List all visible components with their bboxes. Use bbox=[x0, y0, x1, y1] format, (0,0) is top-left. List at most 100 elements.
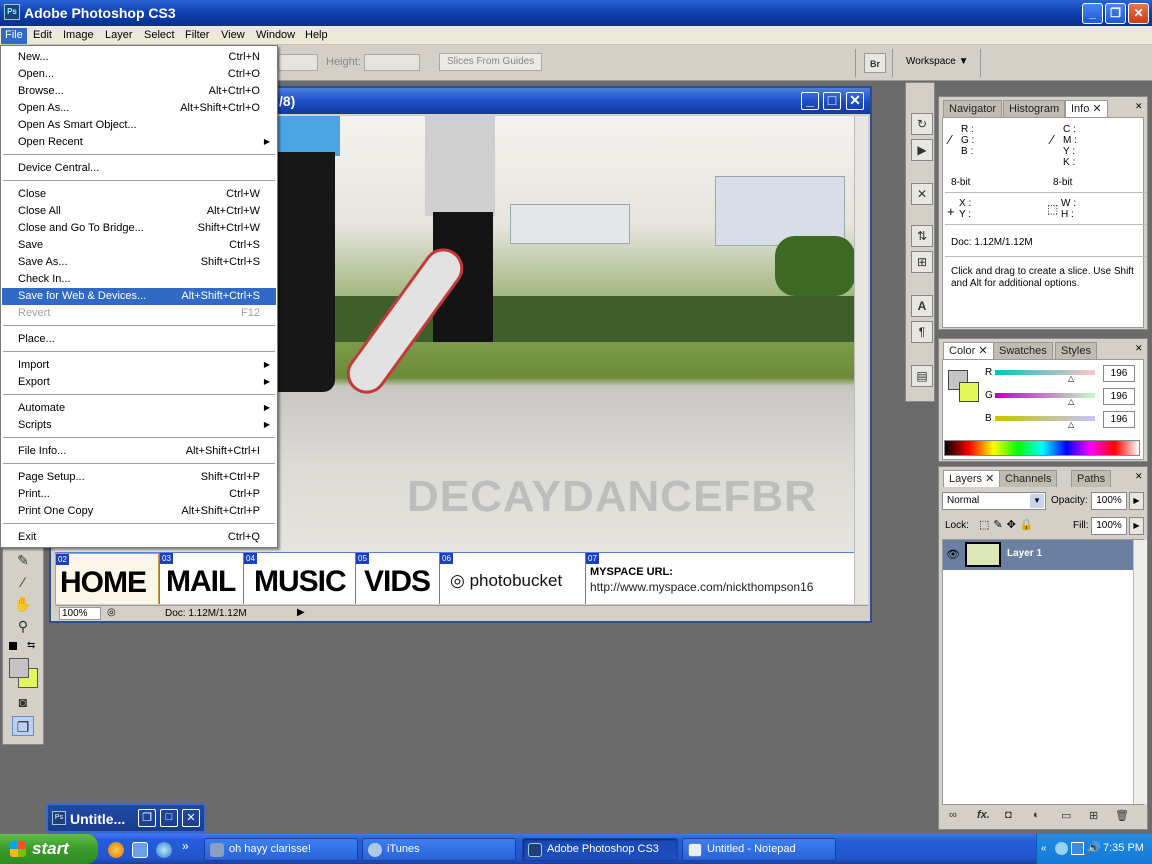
maximize-button[interactable]: □ bbox=[160, 809, 178, 827]
menu-item-place[interactable]: Place... bbox=[2, 331, 276, 348]
link-icon[interactable]: ∞ bbox=[949, 809, 957, 821]
layer-comps-icon[interactable]: ▤ bbox=[911, 365, 933, 387]
zoom-options-icon[interactable]: ◎ bbox=[107, 607, 116, 618]
tab-layers[interactable]: Layers ✕ bbox=[943, 470, 1001, 487]
doc-close-button[interactable]: ✕ bbox=[846, 92, 864, 110]
hand-tool-icon[interactable]: ✋ bbox=[12, 594, 34, 614]
slice-mail[interactable]: 03 MAIL bbox=[159, 553, 243, 604]
fx-icon[interactable]: fx. bbox=[977, 809, 990, 821]
nav-vids[interactable]: VIDS bbox=[364, 565, 431, 599]
show-desktop-icon[interactable] bbox=[132, 842, 148, 858]
workspace-button[interactable]: Workspace ▼ bbox=[906, 56, 969, 67]
close-icon[interactable]: ✕ bbox=[985, 473, 994, 485]
channel-value-field[interactable]: 196 bbox=[1103, 411, 1135, 428]
lock-pixels-icon[interactable]: ✎ bbox=[993, 519, 1006, 531]
lock-transparency-icon[interactable]: ⬚ bbox=[979, 519, 993, 531]
bridge-icon[interactable]: Br bbox=[864, 53, 886, 73]
channel-slider[interactable] bbox=[995, 416, 1095, 421]
tool-presets-icon[interactable]: ✕ bbox=[911, 183, 933, 205]
menu-window[interactable]: Window bbox=[252, 28, 299, 44]
menu-item-open-as[interactable]: Open As... Alt+Shift+Ctrl+O bbox=[2, 100, 276, 117]
menu-edit[interactable]: Edit bbox=[29, 28, 56, 44]
menu-item-open[interactable]: Open... Ctrl+O bbox=[2, 66, 276, 83]
minimize-button[interactable]: _ bbox=[1082, 3, 1103, 24]
menu-item-exit[interactable]: Exit Ctrl+Q bbox=[2, 529, 276, 546]
volume-icon[interactable]: 🔊 bbox=[1087, 841, 1101, 854]
slice-myspace[interactable]: 07 MYSPACE URL: http://www.myspace.com/n… bbox=[585, 553, 854, 604]
close-icon[interactable]: ✕ bbox=[1135, 101, 1143, 112]
opacity-slider-arrow-icon[interactable]: ▶ bbox=[1129, 492, 1144, 510]
close-button[interactable]: ✕ bbox=[182, 809, 200, 827]
task-itunes[interactable]: iTunes bbox=[362, 838, 516, 861]
slice-vids[interactable]: 05 VIDS bbox=[355, 553, 439, 604]
close-button[interactable]: ✕ bbox=[1128, 3, 1149, 24]
tab-swatches[interactable]: Swatches bbox=[993, 342, 1053, 359]
clone-source-icon[interactable]: ⊞ bbox=[911, 251, 933, 273]
menu-item-print[interactable]: Print... Ctrl+P bbox=[2, 486, 276, 503]
menu-file[interactable]: File bbox=[1, 28, 27, 44]
opacity-field[interactable]: 100% bbox=[1091, 492, 1127, 510]
tab-histogram[interactable]: Histogram bbox=[1003, 100, 1066, 117]
fill-slider-arrow-icon[interactable]: ▶ bbox=[1129, 517, 1144, 535]
menu-item-export[interactable]: Export ▶ bbox=[2, 374, 276, 391]
brushes-panel-icon[interactable]: ⇅ bbox=[911, 225, 933, 247]
blend-mode-select[interactable]: Normal ▼ bbox=[942, 492, 1046, 510]
tab-color[interactable]: Color ✕ bbox=[943, 342, 994, 359]
notes-tool-icon[interactable]: ✎ bbox=[12, 550, 34, 570]
vertical-scrollbar[interactable] bbox=[854, 116, 868, 604]
menu-item-print-one-copy[interactable]: Print One Copy Alt+Shift+Ctrl+P bbox=[2, 503, 276, 520]
menu-item-close-all[interactable]: Close All Alt+Ctrl+W bbox=[2, 203, 276, 220]
eyedropper-tool-icon[interactable]: ⁄ bbox=[12, 572, 34, 592]
menu-image[interactable]: Image bbox=[59, 28, 98, 44]
slider-thumb-icon[interactable]: △ bbox=[1068, 374, 1074, 383]
menu-item-check-in[interactable]: Check In... bbox=[2, 271, 276, 288]
nav-music[interactable]: MUSIC bbox=[254, 565, 347, 599]
photobucket-logo[interactable]: ◎ photobucket bbox=[450, 571, 562, 591]
slider-thumb-icon[interactable]: △ bbox=[1068, 397, 1074, 406]
close-icon[interactable]: ✕ bbox=[1135, 471, 1143, 482]
zoom-tool-icon[interactable]: ⚲ bbox=[12, 616, 34, 636]
slice-photobucket[interactable]: 06 ◎ photobucket bbox=[439, 553, 585, 604]
menu-item-open-recent[interactable]: Open Recent ▶ bbox=[2, 134, 276, 151]
background-color-swatch[interactable] bbox=[959, 382, 979, 402]
slider-thumb-icon[interactable]: △ bbox=[1068, 420, 1074, 429]
layers-scrollbar[interactable] bbox=[1133, 540, 1147, 804]
close-icon[interactable]: ✕ bbox=[978, 345, 987, 357]
tray-expand-icon[interactable]: « bbox=[1041, 843, 1047, 854]
quick-mask-icon[interactable]: ◙ bbox=[12, 692, 34, 712]
character-panel-icon[interactable]: A bbox=[911, 295, 933, 317]
menu-item-import[interactable]: Import ▶ bbox=[2, 357, 276, 374]
mask-icon[interactable]: ◘ bbox=[1005, 809, 1012, 821]
close-icon[interactable]: ✕ bbox=[1135, 343, 1143, 354]
screen-mode-icon[interactable]: ❐ bbox=[12, 716, 34, 736]
quicklaunch-more-icon[interactable]: » bbox=[182, 839, 189, 853]
menu-item-file-info[interactable]: File Info... Alt+Shift+Ctrl+I bbox=[2, 443, 276, 460]
lock-position-icon[interactable]: ✥ bbox=[1007, 519, 1020, 531]
task-notepad[interactable]: Untitled - Notepad bbox=[682, 838, 836, 861]
menu-item-save[interactable]: Save Ctrl+S bbox=[2, 237, 276, 254]
firefox-icon[interactable] bbox=[108, 842, 124, 858]
slice-home[interactable]: 02 HOME bbox=[55, 553, 159, 604]
menu-layer[interactable]: Layer bbox=[101, 28, 137, 44]
menu-view[interactable]: View bbox=[217, 28, 249, 44]
swap-colors-icon[interactable]: ⇆ bbox=[27, 640, 35, 651]
menu-item-save-for-web-devices[interactable]: Save for Web & Devices... Alt+Shift+Ctrl+… bbox=[2, 288, 276, 305]
tab-styles[interactable]: Styles bbox=[1055, 342, 1097, 359]
doc-maximize-button[interactable]: □ bbox=[823, 92, 841, 110]
slice-music[interactable]: 04 MUSIC bbox=[243, 553, 355, 604]
adjustment-icon[interactable]: ◐ bbox=[1033, 809, 1040, 821]
channel-value-field[interactable]: 196 bbox=[1103, 388, 1135, 405]
width-field[interactable] bbox=[278, 54, 318, 71]
menu-item-browse[interactable]: Browse... Alt+Ctrl+O bbox=[2, 83, 276, 100]
foreground-color-swatch[interactable] bbox=[9, 658, 29, 678]
trash-icon[interactable]: 🗑 bbox=[1115, 809, 1129, 822]
bluetooth-icon[interactable] bbox=[1071, 842, 1084, 855]
lock-all-icon[interactable]: 🔒 bbox=[1020, 519, 1038, 531]
minimized-document-window[interactable]: Ps Untitle... ❐ □ ✕ bbox=[46, 803, 206, 833]
menu-item-page-setup[interactable]: Page Setup... Shift+Ctrl+P bbox=[2, 469, 276, 486]
internet-explorer-icon[interactable] bbox=[156, 842, 172, 858]
tab-navigator[interactable]: Navigator bbox=[943, 100, 1003, 117]
menu-item-automate[interactable]: Automate ▶ bbox=[2, 400, 276, 417]
slices-from-guides-button[interactable]: Slices From Guides bbox=[439, 53, 543, 71]
menu-item-open-as-smart-object[interactable]: Open As Smart Object... bbox=[2, 117, 276, 134]
